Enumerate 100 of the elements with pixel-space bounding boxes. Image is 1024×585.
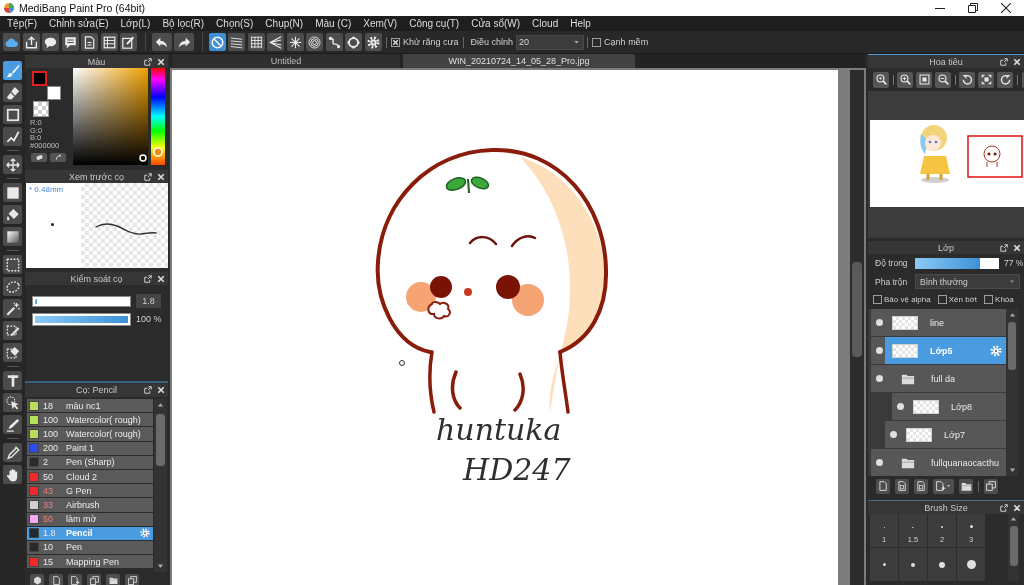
restore-icon[interactable]	[967, 3, 978, 13]
layer-list-scrollbar[interactable]	[1006, 309, 1018, 476]
panel-title: Xem trước cọ	[69, 171, 124, 182]
menu-item[interactable]: Chụp(N)	[259, 16, 310, 31]
visibility-dot-icon[interactable]	[876, 347, 883, 354]
checkbox-label: Bảo vệ alpha	[884, 295, 931, 304]
detach-icon[interactable]	[144, 274, 152, 283]
detach-icon[interactable]	[1000, 503, 1008, 512]
brush-size-option[interactable]	[957, 548, 985, 581]
detach-icon[interactable]	[144, 57, 152, 66]
undo-icon[interactable]	[155, 35, 168, 49]
menu-item[interactable]: Cửa sổ(W)	[465, 16, 527, 31]
caret-icon[interactable]	[1009, 279, 1015, 284]
color-field[interactable]	[73, 68, 148, 165]
visibility-dot-icon[interactable]	[876, 459, 883, 466]
checkbox[interactable]	[984, 295, 994, 304]
color-swatch[interactable]	[32, 71, 47, 86]
minimize-icon[interactable]	[934, 7, 945, 9]
brush-size-option[interactable]	[928, 548, 956, 581]
visibility-dot-icon[interactable]	[890, 431, 897, 438]
add-layer-button[interactable]	[933, 478, 954, 494]
brush-item[interactable]: 50 làm mờ	[27, 512, 153, 526]
brush-name: Paint 1	[66, 443, 96, 454]
swap-button[interactable]	[50, 153, 66, 162]
checkbox[interactable]	[873, 295, 882, 304]
menu-item[interactable]: Xem(V)	[357, 16, 404, 31]
close-icon[interactable]	[1000, 3, 1011, 13]
visibility-dot-icon[interactable]	[876, 375, 883, 382]
color-swatch[interactable]	[47, 86, 61, 100]
scrollbar-thumb[interactable]	[156, 414, 165, 466]
blend-label: Pha trộn	[875, 276, 909, 287]
menu-item[interactable]: Help	[564, 16, 597, 31]
checkbox[interactable]	[391, 37, 400, 47]
menu-item[interactable]: Lớp(L)	[114, 16, 157, 31]
detach-icon[interactable]	[144, 172, 152, 181]
brush-list-scrollbar[interactable]	[154, 399, 167, 572]
viewport-frame[interactable]	[967, 135, 1023, 178]
checkbox[interactable]	[592, 37, 602, 47]
scroll-down-icon[interactable]	[157, 563, 164, 569]
brush-name: G Pen	[66, 485, 93, 496]
scroll-up-icon[interactable]	[1010, 516, 1017, 522]
correction-dropdown[interactable]: 20	[516, 34, 585, 50]
layer-opacity-slider[interactable]	[915, 257, 999, 269]
brush-name: Watercolor( rough)	[66, 414, 142, 425]
menu-item[interactable]: Công cụ(T)	[403, 16, 466, 31]
menu-item[interactable]: Chỉnh sửa(E)	[43, 16, 115, 31]
layer-item[interactable]: Lớp7	[885, 421, 1006, 448]
layer-item[interactable]: line	[871, 309, 1006, 336]
brush-item[interactable]: 15 Mapping Pen	[27, 555, 153, 569]
picker-ring-icon[interactable]	[139, 154, 147, 162]
menu-item[interactable]: Bộ lọc(R)	[156, 16, 211, 31]
brush-item[interactable]: 50 Cloud 2	[27, 469, 153, 484]
blob-icon[interactable]	[35, 154, 43, 161]
layer-item[interactable]: full da	[871, 365, 1006, 392]
brush-item[interactable]: 2 Pen (Sharp)	[27, 455, 153, 469]
visibility-dot-icon[interactable]	[876, 319, 883, 326]
character-figure-drawing	[983, 145, 1001, 168]
menu-item[interactable]: Cloud	[526, 16, 565, 31]
scroll-down-icon[interactable]	[1008, 467, 1016, 473]
scrollbar-thumb[interactable]	[852, 262, 862, 357]
palette-button[interactable]	[31, 153, 47, 162]
brush-item[interactable]: 100 Watercolor( rough)	[27, 413, 153, 427]
detach-icon[interactable]	[1000, 243, 1008, 252]
transparent-swatch[interactable]	[33, 101, 49, 117]
brush-name: Watercolor( rough)	[66, 428, 142, 439]
menu-item[interactable]: Màu (C)	[309, 16, 358, 31]
brush-item[interactable]: 43 G Pen	[27, 484, 153, 498]
brush-size-scrollbar[interactable]	[1008, 514, 1019, 581]
checkbox[interactable]	[937, 295, 947, 304]
size-value-field[interactable]: 1.8	[136, 294, 161, 308]
scroll-up-icon[interactable]	[1008, 312, 1016, 318]
scroll-up-icon[interactable]	[157, 402, 164, 408]
brush-item[interactable]: 200 Paint 1	[27, 441, 153, 455]
caret-icon[interactable]	[946, 484, 951, 488]
visibility-dot-icon[interactable]	[897, 403, 904, 410]
brush-item[interactable]: 33 Airbrush	[27, 498, 153, 512]
brush-size-text: * 0.48mm	[29, 185, 65, 194]
undo-button[interactable]	[151, 33, 172, 51]
blend-mode-dropdown[interactable]: Bình thường	[915, 274, 1020, 289]
detach-icon[interactable]	[144, 386, 152, 394]
caret-icon[interactable]	[573, 39, 581, 45]
document-tab[interactable]: WIN_20210724_14_05_28_Pro.jpg	[403, 54, 635, 68]
hue-slider[interactable]	[151, 68, 165, 165]
document-canvas[interactable]: huntuka HD247	[172, 70, 838, 585]
layer-item[interactable]: fullquanaocacthu	[871, 449, 1006, 476]
detach-icon[interactable]	[1000, 57, 1008, 66]
brush-item[interactable]: 10 Pen	[27, 540, 153, 555]
brush-item[interactable]: 100 Watercolor( rough)	[27, 427, 153, 441]
canvas-scrollbar[interactable]	[850, 70, 864, 585]
curved-arrow-icon[interactable]	[54, 154, 62, 161]
brush-item[interactable]: 18 màu nc1	[27, 399, 153, 413]
scrollbar-thumb[interactable]	[1009, 526, 1018, 566]
scrollbar-thumb[interactable]	[1008, 322, 1016, 370]
brush-name: Pen	[66, 542, 83, 553]
document-tab[interactable]: Untitled	[172, 54, 400, 68]
menu-item[interactable]: Chọn(S)	[210, 16, 260, 31]
layer-item[interactable]: Lớp8	[892, 393, 1006, 420]
menu-item[interactable]: Tệp(F)	[1, 16, 43, 31]
brush-size-slider[interactable]	[32, 295, 131, 307]
page-plus-icon[interactable]	[936, 481, 946, 491]
